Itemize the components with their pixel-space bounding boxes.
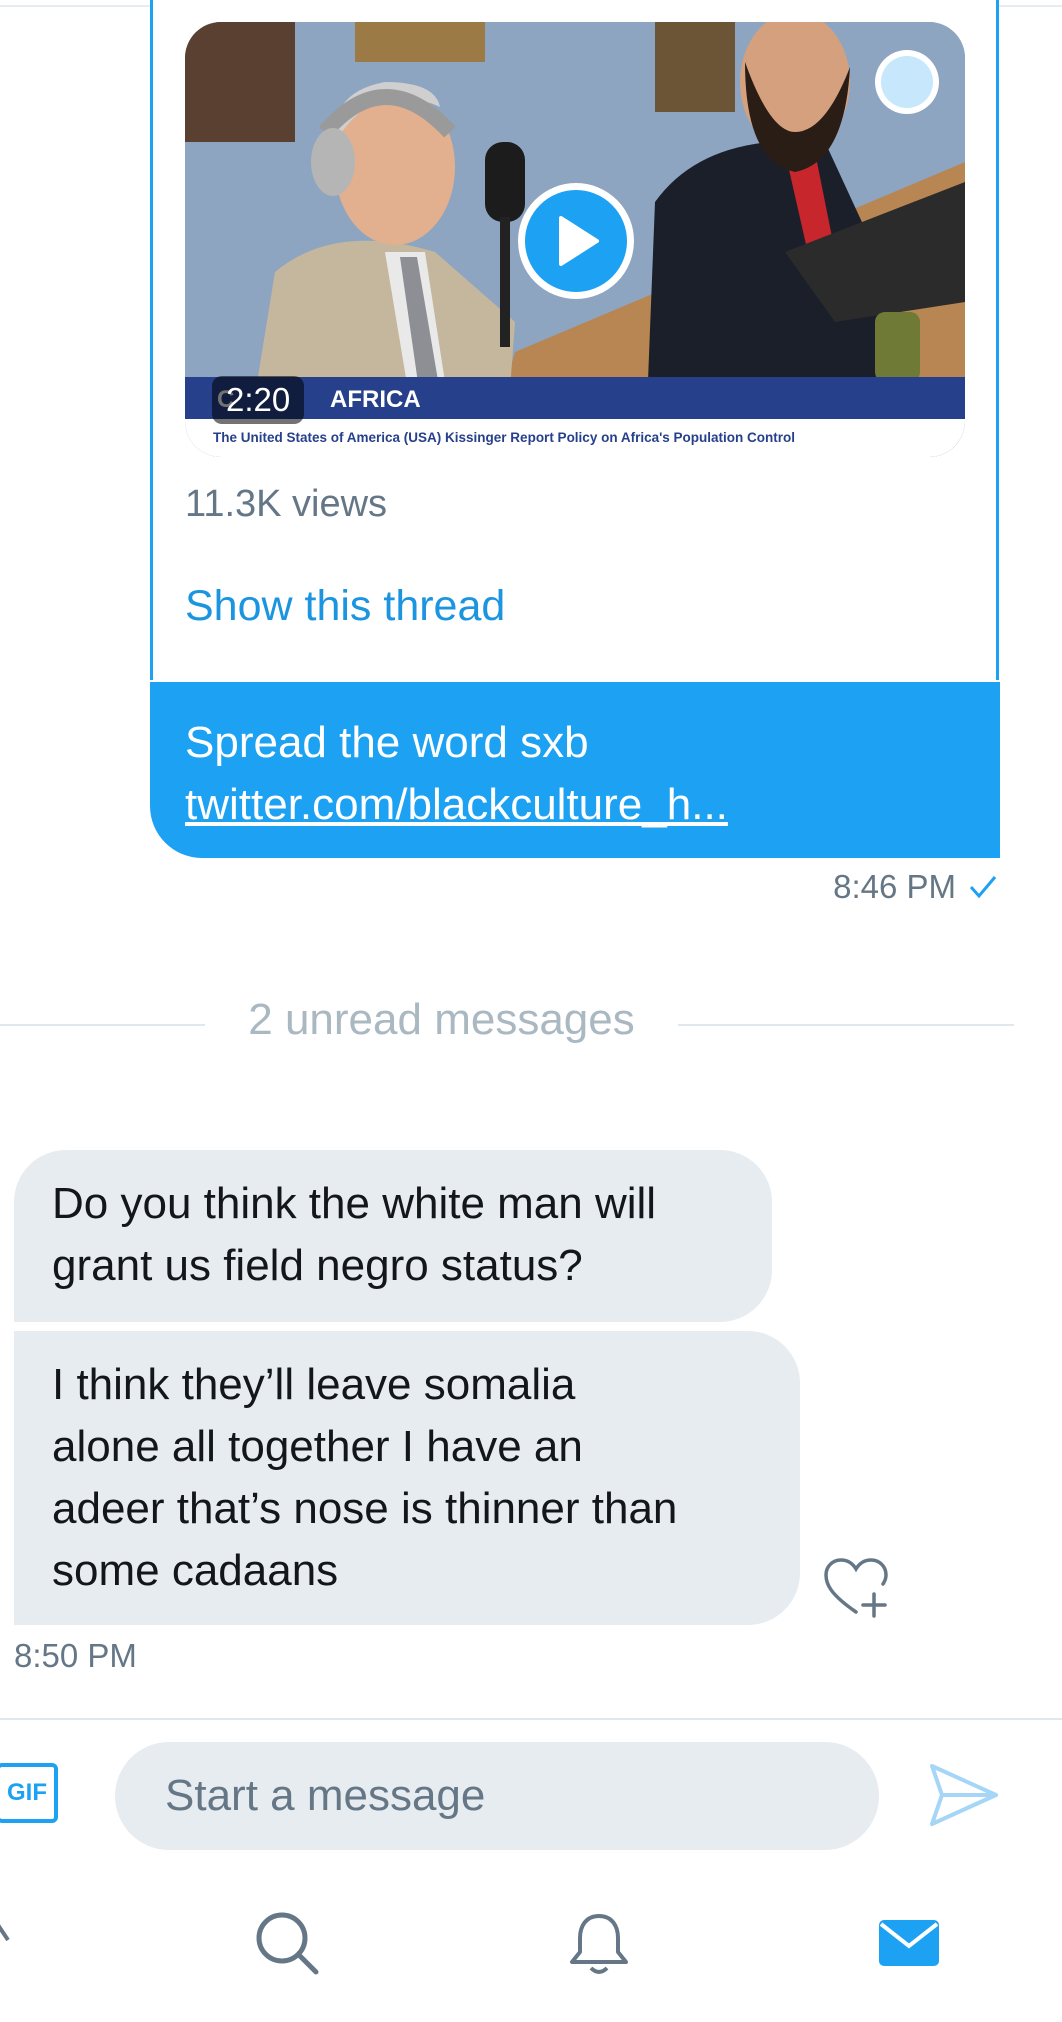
message-line: grant us field negro status? xyxy=(52,1241,583,1290)
sent-time-text: 8:46 PM xyxy=(833,868,956,905)
message-line: some cadaans xyxy=(52,1546,339,1595)
play-icon xyxy=(559,216,599,266)
received-message-timestamp: 8:50 PM xyxy=(14,1637,137,1674)
received-message-bubble[interactable]: Do you think the white man will grant us… xyxy=(14,1150,772,1322)
heart-plus-icon[interactable] xyxy=(822,1556,892,1618)
checkmark-icon xyxy=(969,876,997,899)
sent-message-text: Spread the word sxb xyxy=(185,718,589,767)
sent-message-timestamp: 8:46 PM xyxy=(833,868,998,906)
received-message-bubble[interactable]: I think they’ll leave somalia alone all … xyxy=(14,1331,800,1625)
search-icon[interactable] xyxy=(254,1910,320,1976)
unread-divider-line-left xyxy=(0,1024,205,1026)
view-count: 11.3K views xyxy=(185,483,388,525)
message-line: I think they’ll leave somalia xyxy=(52,1360,576,1409)
video-banner-title: AFRICA xyxy=(330,386,421,413)
show-thread-link[interactable]: Show this thread xyxy=(185,582,505,631)
unread-divider-line-right xyxy=(678,1024,1014,1026)
composer-divider xyxy=(0,1718,1062,1720)
mail-icon[interactable] xyxy=(876,1910,942,1976)
message-line: alone all together I have an xyxy=(52,1422,583,1471)
home-icon[interactable] xyxy=(0,1920,12,1960)
bell-icon[interactable] xyxy=(566,1910,632,1976)
unread-messages-label: 2 unread messages xyxy=(248,995,635,1044)
gif-button[interactable]: GIF xyxy=(0,1763,58,1823)
sent-message-link[interactable]: twitter.com/blackculture_h... xyxy=(185,774,1000,836)
video-caption: The United States of America (USA) Kissi… xyxy=(213,430,795,445)
send-icon[interactable] xyxy=(928,1762,1000,1828)
sent-message-bubble[interactable]: Spread the word sxb twitter.com/blackcul… xyxy=(150,682,1000,858)
message-line: Do you think the white man will xyxy=(52,1179,657,1228)
video-duration: 2:20 xyxy=(212,376,305,424)
play-button[interactable] xyxy=(518,183,634,299)
message-input[interactable] xyxy=(115,1742,879,1850)
message-line: adeer that’s nose is thinner than xyxy=(52,1484,678,1533)
